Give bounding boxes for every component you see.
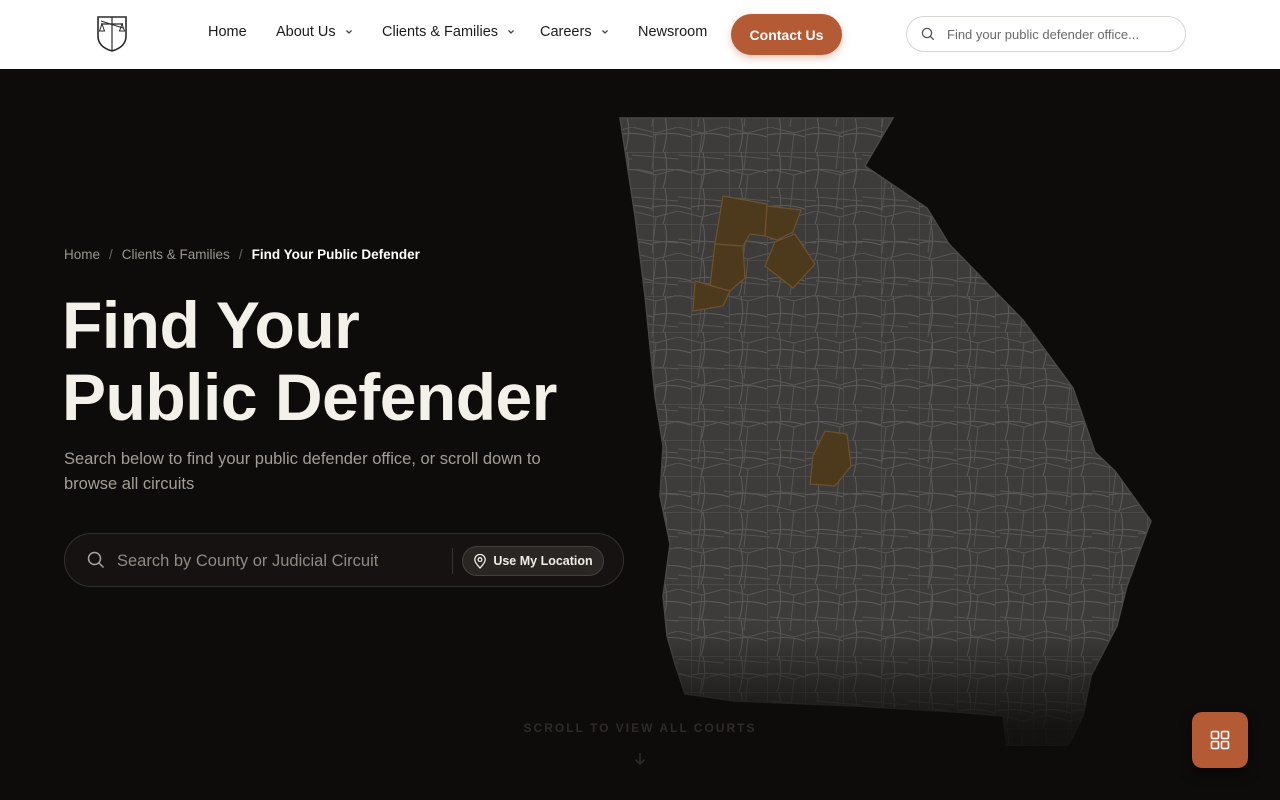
- breadcrumb: Home / Clients & Families / Find Your Pu…: [64, 247, 420, 262]
- circuit-search-bar: Use My Location: [64, 533, 624, 587]
- nav-label: About Us: [276, 24, 336, 40]
- breadcrumb-separator: /: [109, 247, 113, 262]
- page-title: Find Your Public Defender: [62, 289, 557, 433]
- page-subtitle: Search below to find your public defende…: [64, 450, 541, 493]
- nav-clients-families[interactable]: Clients & Families: [382, 24, 516, 40]
- nav-home[interactable]: Home: [208, 24, 247, 40]
- search-icon: [921, 27, 935, 41]
- site-header: Home About Us Clients & Families Careers…: [0, 0, 1280, 69]
- quick-menu-button[interactable]: [1192, 712, 1248, 768]
- nav-about-us[interactable]: About Us: [276, 24, 354, 40]
- logo-icon[interactable]: [95, 14, 129, 52]
- page-title-line-2: Public Defender: [62, 360, 557, 434]
- circuit-search-input[interactable]: [117, 549, 442, 573]
- grid-icon: [1210, 730, 1230, 750]
- georgia-county-map[interactable]: [615, 116, 1155, 746]
- map-pin-icon: [474, 553, 487, 569]
- nav-label: Newsroom: [638, 24, 708, 40]
- use-my-location-label: Use My Location: [493, 554, 593, 568]
- search-divider: [452, 548, 453, 574]
- nav-label: Home: [208, 24, 247, 40]
- search-icon: [87, 551, 105, 569]
- nav-careers[interactable]: Careers: [540, 24, 610, 40]
- breadcrumb-separator: /: [238, 247, 243, 262]
- nav-newsroom[interactable]: Newsroom: [638, 24, 707, 40]
- header-search-input[interactable]: [947, 26, 1167, 42]
- nav-label: Careers: [540, 24, 592, 40]
- header-search: [906, 16, 1186, 52]
- breadcrumb-current: Find Your Public Defender: [251, 247, 420, 262]
- breadcrumb-clients-families[interactable]: Clients & Families: [122, 247, 230, 262]
- chevron-down-icon: [601, 30, 608, 34]
- arrow-down-icon[interactable]: [632, 751, 648, 767]
- hero-section: Home / Clients & Families / Find Your Pu…: [0, 69, 1280, 800]
- scroll-hint: SCROLL TO VIEW ALL COURTS: [523, 721, 757, 735]
- contact-us-button[interactable]: Contact Us: [731, 14, 842, 55]
- chevron-down-icon: [345, 30, 352, 34]
- page-title-line-1: Find Your: [62, 288, 360, 362]
- use-my-location-button[interactable]: Use My Location: [462, 546, 604, 576]
- contact-label: Contact Us: [749, 26, 824, 43]
- breadcrumb-home[interactable]: Home: [64, 247, 100, 262]
- nav-label: Clients & Families: [382, 24, 499, 40]
- chevron-down-icon: [508, 30, 514, 34]
